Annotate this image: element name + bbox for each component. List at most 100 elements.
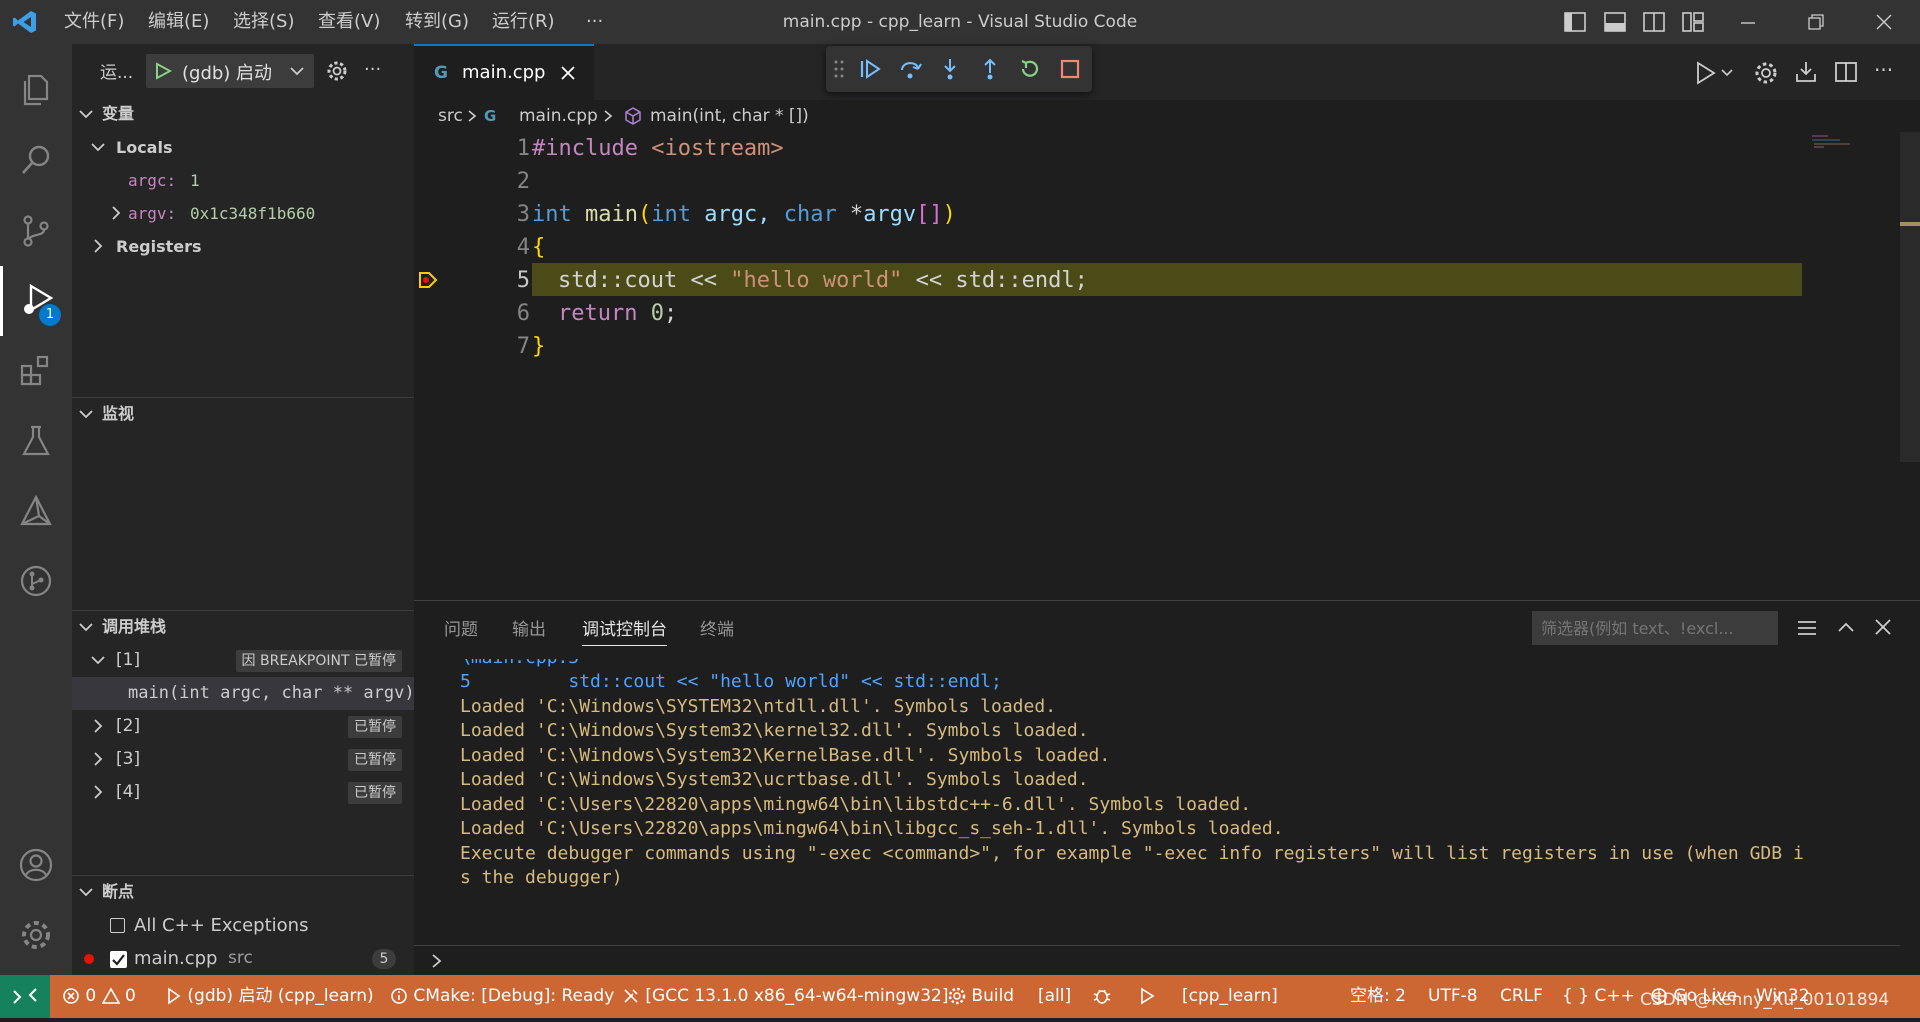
toggle-sidebar-icon[interactable] — [1564, 12, 1586, 32]
close-panel-icon[interactable] — [1874, 618, 1892, 636]
menu-go[interactable]: 转到(G) — [405, 0, 469, 44]
debug-console-output[interactable]: \main.cpp:5 5 std::cout << "hello world"… — [414, 659, 1900, 939]
minimap[interactable] — [1810, 134, 1866, 152]
cmake-status[interactable]: CMake: [Debug]: Ready — [390, 975, 614, 1018]
tab-output[interactable]: 输出 — [512, 615, 546, 645]
start-debug-icon[interactable] — [154, 62, 172, 80]
breadcrumb-symbol[interactable]: main(int, char * []) — [650, 100, 809, 132]
type-keyword: int — [532, 202, 572, 227]
step-into-icon[interactable] — [938, 57, 962, 81]
debug-bug-icon[interactable] — [1092, 975, 1112, 1018]
line-number: 7 — [516, 334, 530, 359]
menu-file[interactable]: 文件(F) — [64, 0, 124, 44]
restore-icon[interactable] — [1806, 12, 1826, 32]
checkbox-checked[interactable] — [110, 951, 127, 968]
breakpoint-dot-icon — [84, 954, 94, 964]
breakpoints-title: 断点 — [102, 882, 135, 901]
encoding-status[interactable]: UTF-8 — [1428, 975, 1478, 1018]
debug-config-select[interactable]: (gdb) 启动 — [146, 54, 314, 88]
breakpoint-exceptions[interactable]: All C++ Exceptions — [72, 909, 414, 942]
watermark: CSDN @Kenny_Xu_00101894 — [1640, 990, 1890, 1010]
breakpoint-current-arrow-icon[interactable] — [418, 270, 438, 290]
accounts-icon[interactable] — [0, 830, 72, 900]
breakpoint-main-cpp[interactable]: main.cpp src 5 — [72, 942, 414, 975]
restart-icon[interactable] — [1018, 57, 1042, 81]
menu-more[interactable]: ··· — [586, 0, 603, 44]
build-target[interactable]: [all] — [1038, 975, 1071, 1018]
drag-handle-icon[interactable] — [834, 59, 844, 79]
checkbox-unchecked[interactable] — [110, 918, 125, 933]
continue-icon[interactable] — [858, 57, 882, 81]
filter-input[interactable] — [1532, 611, 1778, 645]
close-tab-icon[interactable] — [560, 65, 576, 81]
console-line: Loaded 'C:\Users\22820\apps\mingw64\bin\… — [460, 794, 1252, 815]
locals-scope[interactable]: Locals — [72, 131, 414, 164]
watch-section-header[interactable]: 监视 — [72, 398, 414, 430]
tab-problems[interactable]: 问题 — [444, 615, 478, 645]
customize-layout-icon[interactable] — [1682, 12, 1704, 32]
debug-config-status[interactable]: (gdb) 启动 (cpp_learn) — [164, 975, 374, 1018]
export-icon[interactable] — [1794, 60, 1818, 84]
extensions-icon[interactable] — [0, 336, 72, 406]
explorer-icon[interactable] — [0, 55, 72, 125]
vscode-logo-icon[interactable] — [12, 9, 38, 35]
code-editor[interactable]: 1 2 3 4 5 6 7 #include <iostream> int ma… — [414, 132, 1920, 600]
problems-status[interactable]: 0 0 — [62, 975, 136, 1018]
tab-debug-console[interactable]: 调试控制台 — [582, 615, 667, 646]
open-launch-json-gear-icon[interactable] — [326, 60, 348, 82]
launch-project[interactable]: [cpp_learn] — [1182, 975, 1278, 1018]
manage-gear-icon[interactable] — [0, 900, 72, 970]
breadcrumb-file[interactable]: main.cpp — [519, 100, 598, 132]
toggle-secondary-sidebar-icon[interactable] — [1643, 12, 1665, 32]
menu-view[interactable]: 查看(V) — [318, 0, 380, 44]
indentation-status[interactable]: 空格: 2 — [1350, 975, 1406, 1018]
thread-id: [3] — [116, 749, 141, 769]
more-actions-icon[interactable]: ··· — [364, 60, 381, 80]
param: argc, — [690, 202, 784, 227]
clear-console-icon[interactable] — [1796, 618, 1818, 638]
search-icon[interactable] — [0, 125, 72, 195]
launch-play-icon[interactable] — [1138, 975, 1156, 1018]
minimize-icon[interactable] — [1738, 12, 1758, 32]
cmake-icon[interactable] — [0, 476, 72, 546]
menu-run[interactable]: 运行(R) — [492, 0, 555, 44]
split-editor-icon[interactable] — [1834, 61, 1858, 83]
more-actions-icon[interactable]: ··· — [1874, 60, 1893, 80]
thread-3[interactable]: [3] 已暂停 — [72, 743, 414, 776]
variables-section-header[interactable]: 变量 — [72, 98, 414, 130]
menu-edit[interactable]: 编辑(E) — [148, 0, 209, 44]
registers-scope[interactable]: Registers — [72, 230, 414, 263]
eol-status[interactable]: CRLF — [1500, 975, 1543, 1018]
variable-argv[interactable]: argv: 0x1c348f1b660 — [72, 197, 414, 230]
run-debug-icon[interactable]: 1 — [0, 266, 75, 336]
source-control-icon[interactable] — [0, 196, 72, 266]
close-window-icon[interactable] — [1874, 12, 1894, 32]
tab-terminal[interactable]: 终端 — [700, 615, 734, 645]
step-over-icon[interactable] — [898, 57, 922, 81]
testing-icon[interactable] — [0, 406, 72, 476]
thread-2[interactable]: [2] 已暂停 — [72, 710, 414, 743]
breadcrumb-folder[interactable]: src — [438, 100, 463, 132]
build-button[interactable]: Build — [948, 975, 1014, 1018]
menu-selection[interactable]: 选择(S) — [233, 0, 294, 44]
step-out-icon[interactable] — [978, 57, 1002, 81]
maximize-panel-icon[interactable] — [1836, 618, 1856, 638]
thread-1[interactable]: [1] 因 BREAKPOINT 已暂停 — [72, 644, 414, 677]
run-debug-dropdown-icon[interactable] — [1694, 60, 1734, 86]
settings-gear-icon[interactable] — [1754, 61, 1778, 85]
breakpoints-section-header[interactable]: 断点 — [72, 876, 414, 908]
kit-status[interactable]: [GCC 13.1.0 x86_64-w64-mingw32] — [622, 975, 948, 1018]
toggle-panel-icon[interactable] — [1604, 12, 1626, 32]
editor-scrollbar[interactable] — [1900, 132, 1920, 462]
remote-indicator[interactable] — [0, 975, 50, 1018]
thread-4[interactable]: [4] 已暂停 — [72, 776, 414, 809]
variable-argc[interactable]: argc: 1 — [72, 164, 414, 197]
call-stack-section-header[interactable]: 调用堆栈 — [72, 611, 414, 643]
stop-icon[interactable] — [1058, 57, 1082, 81]
console-repl-input[interactable] — [454, 949, 1894, 973]
tab-main-cpp[interactable]: G main.cpp — [414, 44, 594, 102]
cpp-file-icon: G — [434, 63, 448, 83]
language-mode[interactable]: { } C++ — [1562, 975, 1635, 1018]
git-graph-icon[interactable] — [0, 546, 72, 616]
stack-frame[interactable]: main(int argc, char ** argv) — [72, 677, 414, 710]
